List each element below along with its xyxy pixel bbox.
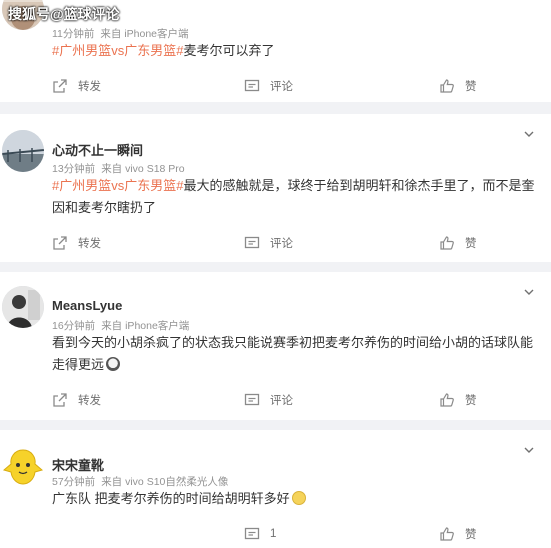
repost-button[interactable]: 转发 xyxy=(52,233,101,253)
comment-time: 16分钟前 xyxy=(52,320,96,332)
reply-button[interactable]: 1 xyxy=(244,524,276,544)
comment-text: 广东队 把麦考尔养伤的时间给胡明轩多好 xyxy=(52,491,290,506)
repost-button[interactable]: 转发 xyxy=(52,390,101,410)
crying-face-emoji-icon xyxy=(106,357,121,371)
like-button[interactable]: 赞 xyxy=(439,233,477,253)
comment-source: 来自 iPhone客户端 xyxy=(100,28,189,40)
comment-feed: 搜狐号@篮球评论 11分钟前 来自 iPhone客户端 #广州男篮vs广东男篮#麦… xyxy=(0,0,551,548)
comment-text: 看到今天的小胡杀疯了的状态我只能说赛季初把麦考尔养伤的时间给小胡的话球队能走得更… xyxy=(52,335,534,372)
comment-card: 宋宋童靴 57分钟前 来自 vivo S10自然柔光人像 广东队 把麦考尔养伤的时… xyxy=(0,430,551,548)
author-name[interactable]: 宋宋童靴 xyxy=(52,455,104,474)
like-label: 赞 xyxy=(465,81,477,93)
repost-icon xyxy=(53,236,67,250)
topic-link[interactable]: #广州男篮vs广东男篮# xyxy=(52,43,183,58)
like-label: 赞 xyxy=(465,529,477,541)
comment-content: #广州男篮vs广东男篮#最大的感触就是，球终于给到胡明轩和徐杰手里了，而不是奎因… xyxy=(52,175,538,219)
comment-source: 来自 vivo S10自然柔光人像 xyxy=(101,476,229,488)
action-bar: 转发 评论 赞 xyxy=(0,76,551,96)
comment-meta: 16分钟前 来自 iPhone客户端 xyxy=(52,318,189,333)
comment-card: 心动不止一瞬间 13分钟前 来自 vivo S18 Pro #广州男篮vs广东男篮… xyxy=(0,114,551,262)
repost-label: 转发 xyxy=(78,238,101,250)
comment-icon xyxy=(244,393,260,406)
smirk-face-emoji-icon xyxy=(291,491,306,505)
comment-button[interactable]: 评论 xyxy=(244,233,293,253)
thumbs-up-icon xyxy=(440,393,454,407)
author-name[interactable]: MeansLyue xyxy=(52,298,122,313)
comment-label: 评论 xyxy=(270,238,293,250)
comment-content: #广州男篮vs广东男篮#麦考尔可以弃了 xyxy=(52,40,538,62)
comment-card: MeansLyue 16分钟前 来自 iPhone客户端 看到今天的小胡杀疯了的状… xyxy=(0,272,551,420)
comment-meta: 13分钟前 来自 vivo S18 Pro xyxy=(52,161,185,176)
comment-content: 看到今天的小胡杀疯了的状态我只能说赛季初把麦考尔养伤的时间给小胡的话球队能走得更… xyxy=(52,332,538,376)
comment-time: 11分钟前 xyxy=(52,28,95,40)
author-name[interactable]: 心动不止一瞬间 xyxy=(52,140,143,159)
thumbs-up-icon xyxy=(440,236,454,250)
comment-content: 广东队 把麦考尔养伤的时间给胡明轩多好 xyxy=(52,488,538,510)
like-label: 赞 xyxy=(465,395,477,407)
action-bar: 转发 评论 赞 xyxy=(0,390,551,410)
comment-label: 评论 xyxy=(270,81,293,93)
comment-icon xyxy=(244,236,260,249)
watermark: 搜狐号@篮球评论 xyxy=(8,6,120,22)
comment-meta: 11分钟前 来自 iPhone客户端 xyxy=(52,26,189,41)
reply-count: 1 xyxy=(270,528,277,540)
topic-link[interactable]: #广州男篮vs广东男篮# xyxy=(52,178,183,193)
comment-time: 57分钟前 xyxy=(52,476,96,488)
repost-icon xyxy=(53,79,67,93)
comment-meta: 57分钟前 来自 vivo S10自然柔光人像 xyxy=(52,474,228,489)
repost-button[interactable]: 转发 xyxy=(52,76,101,96)
comment-source: 来自 iPhone客户端 xyxy=(101,320,190,332)
repost-label: 转发 xyxy=(78,81,101,93)
avatar[interactable] xyxy=(2,446,44,488)
comment-icon xyxy=(244,79,260,92)
like-button[interactable]: 赞 xyxy=(439,76,477,96)
comment-source: 来自 vivo S18 Pro xyxy=(101,163,185,175)
comment-label: 评论 xyxy=(270,395,293,407)
chevron-down-icon[interactable] xyxy=(523,286,535,298)
action-bar: 转发 评论 赞 xyxy=(0,233,551,253)
like-label: 赞 xyxy=(465,238,477,250)
thumbs-up-icon xyxy=(440,527,454,541)
comment-button[interactable]: 评论 xyxy=(244,390,293,410)
comment-time: 13分钟前 xyxy=(52,163,96,175)
comment-icon xyxy=(244,527,260,540)
avatar-yellow-cartoon-icon xyxy=(2,446,44,488)
avatar[interactable] xyxy=(2,130,44,172)
avatar-person-photo-icon xyxy=(2,286,44,328)
chevron-down-icon[interactable] xyxy=(523,444,535,456)
thumbs-up-icon xyxy=(440,79,454,93)
action-bar: 1 赞 xyxy=(0,524,551,544)
repost-label: 转发 xyxy=(78,395,101,407)
avatar[interactable] xyxy=(2,286,44,328)
comment-button[interactable]: 评论 xyxy=(244,76,293,96)
chevron-down-icon[interactable] xyxy=(523,128,535,140)
repost-icon xyxy=(53,393,67,407)
like-button[interactable]: 赞 xyxy=(439,390,477,410)
like-button[interactable]: 赞 xyxy=(439,524,477,544)
comment-text: 麦考尔可以弃了 xyxy=(183,43,275,58)
avatar-bridge-photo-icon xyxy=(2,130,44,172)
